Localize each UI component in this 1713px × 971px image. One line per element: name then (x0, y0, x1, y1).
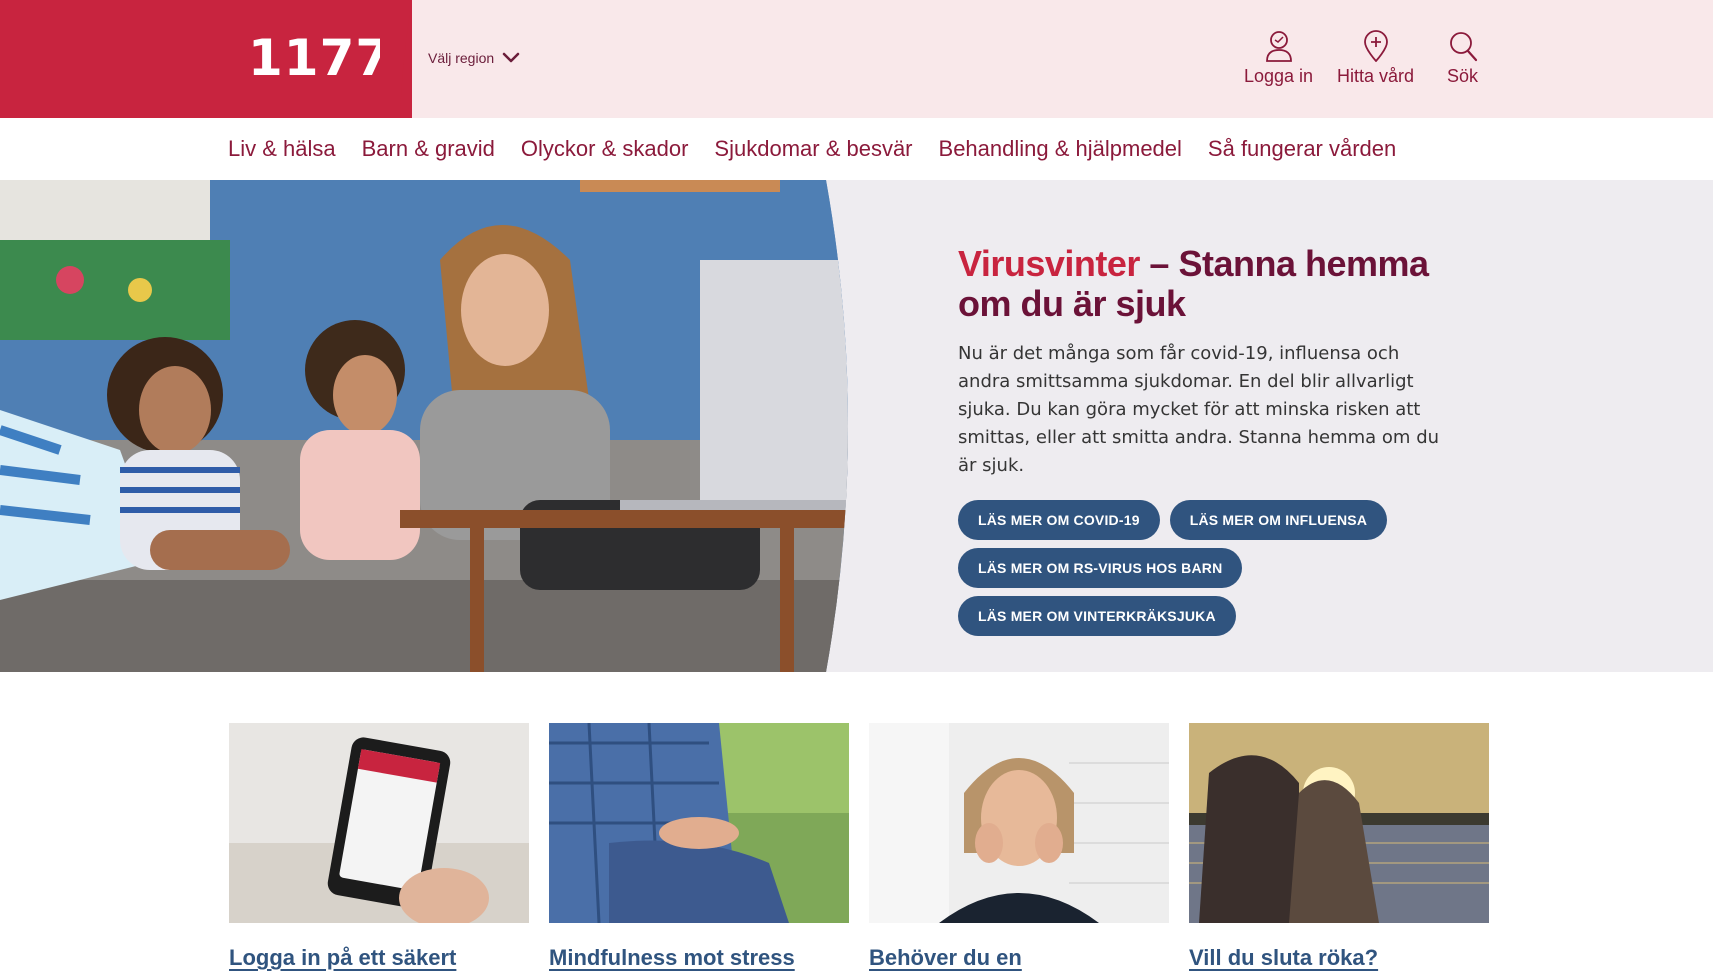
login-label: Logga in (1244, 66, 1314, 86)
hero-text: Nu är det många som får covid-19, influe… (958, 343, 1440, 476)
hero-title-highlight: Virusvinter (958, 243, 1140, 284)
site-logo[interactable]: 1177 (248, 28, 391, 88)
user-icon (1265, 31, 1292, 62)
card-need-help[interactable]: Behöver du en (869, 723, 1169, 971)
card-secure-login[interactable]: Logga in på ett säkert (229, 723, 529, 971)
region-label: Välj region (428, 50, 495, 66)
hero-content: Virusvinter – Stanna hemma om du är sjuk… (958, 244, 1458, 644)
top-header: 1177 Välj region Logga in Hitta vård Sök (0, 0, 1713, 118)
main-navigation: Liv & hälsa Barn & gravid Olyckor & skad… (0, 118, 1713, 181)
region-selector[interactable]: Välj region (428, 50, 520, 66)
winter-vomiting-info-button[interactable]: LÄS MER OM VINTERKRÄKSJUKA (958, 596, 1236, 636)
card-title[interactable]: Logga in på ett säkert (229, 945, 529, 971)
card-quit-smoking[interactable]: Vill du sluta röka? (1189, 723, 1489, 971)
chevron-down-icon (502, 52, 520, 63)
find-care-label: Hitta vård (1337, 66, 1415, 86)
card-image-sunset-couple (1189, 723, 1489, 923)
covid-info-button[interactable]: LÄS MER OM COVID-19 (958, 500, 1160, 540)
hero-title: Virusvinter – Stanna hemma om du är sjuk (958, 244, 1458, 324)
article-cards: Logga in på ett säkert Mindfulness mot s… (229, 723, 1509, 971)
search-label: Sök (1447, 66, 1479, 86)
login-button[interactable]: Logga in (1244, 30, 1313, 87)
nav-item-liv-halsa[interactable]: Liv & hälsa (228, 136, 336, 162)
nav-item-olyckor-skador[interactable]: Olyckor & skador (521, 136, 689, 162)
nav-item-sjukdomar-besvar[interactable]: Sjukdomar & besvär (714, 136, 912, 162)
nav-item-sa-fungerar-varden[interactable]: Så fungerar vården (1208, 136, 1396, 162)
card-title[interactable]: Mindfulness mot stress (549, 945, 849, 971)
card-title[interactable]: Behöver du en (869, 945, 1169, 971)
search-icon (1449, 32, 1477, 62)
influenza-info-button[interactable]: LÄS MER OM INFLUENSA (1169, 500, 1388, 540)
location-plus-icon (1363, 30, 1388, 62)
logo-area[interactable]: 1177 (0, 0, 412, 118)
card-image-woman-flossing (869, 723, 1169, 923)
nav-item-barn-gravid[interactable]: Barn & gravid (362, 136, 495, 162)
rs-virus-info-button[interactable]: LÄS MER OM RS-VIRUS HOS BARN (958, 548, 1243, 588)
nav-item-behandling-hjalpmedel[interactable]: Behandling & hjälpmedel (939, 136, 1182, 162)
card-image-man-sitting (549, 723, 849, 923)
search-button[interactable]: Sök (1447, 30, 1478, 87)
card-image-phone (229, 723, 529, 923)
hero-image (0, 180, 848, 672)
find-care-button[interactable]: Hitta vård (1337, 30, 1414, 87)
hero-button-group: LÄS MER OM COVID-19 LÄS MER OM INFLUENSA… (958, 500, 1438, 644)
hero-section: Virusvinter – Stanna hemma om du är sjuk… (0, 180, 1713, 672)
card-title[interactable]: Vill du sluta röka? (1189, 945, 1489, 971)
card-mindfulness[interactable]: Mindfulness mot stress (549, 723, 849, 971)
